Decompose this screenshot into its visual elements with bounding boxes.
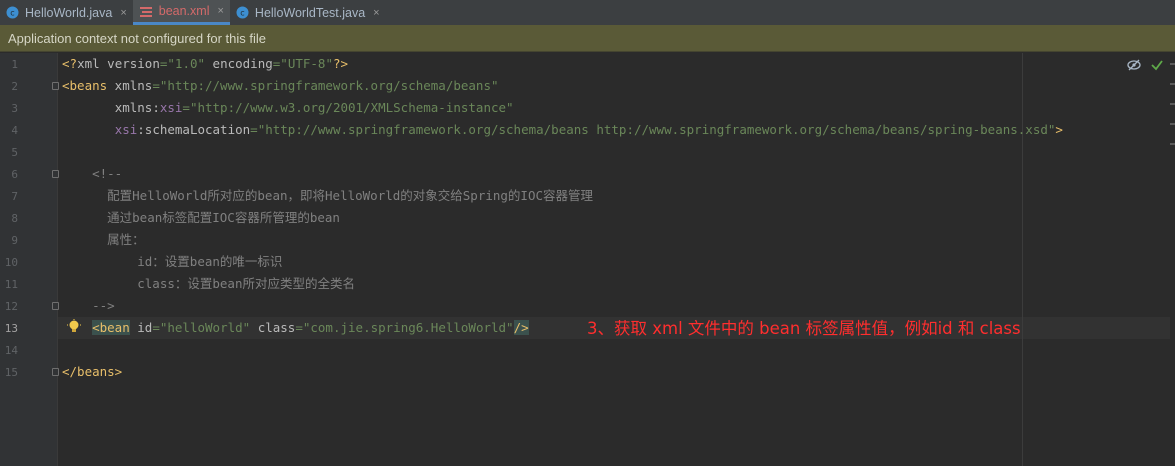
- tag-close: />: [513, 320, 529, 335]
- comment-line: class：设置bean所对应类型的全类名: [62, 276, 355, 291]
- attr-value: "1.0": [167, 56, 206, 71]
- code-line-4: xsi:schemaLocation="http://www.springfra…: [62, 119, 1063, 141]
- tab-label: bean.xml: [158, 4, 210, 18]
- line-number: 11: [4, 278, 18, 291]
- attr-value: "http://www.w3.org/2001/XMLSchema-instan…: [189, 100, 514, 115]
- attr-name: xmlns:: [114, 100, 160, 115]
- tab-bean-xml[interactable]: bean.xml ×: [132, 0, 230, 25]
- attr-name: class: [250, 320, 296, 335]
- java-class-icon: c: [236, 6, 249, 19]
- line-number: 8: [11, 212, 18, 225]
- attr-eq: =: [152, 78, 160, 93]
- checkmark-icon[interactable]: [1150, 57, 1164, 76]
- attr-value: "http://www.springframework.org/schema/b…: [257, 122, 1056, 137]
- code-line-1: <?xml version="1.0" encoding="UTF-8"?>: [62, 53, 348, 75]
- attr-name: encoding: [205, 56, 273, 71]
- attr-value: "com.jie.spring6.HelloWorld": [302, 320, 514, 335]
- line-number: 6: [11, 168, 18, 181]
- attr-name: id: [129, 320, 153, 335]
- tag-close: >: [1055, 122, 1063, 137]
- reader-mode-icon[interactable]: [1126, 57, 1142, 76]
- scroll-marker: [1170, 143, 1175, 145]
- line-number: 9: [11, 234, 18, 247]
- attr-value: "helloWorld": [159, 320, 251, 335]
- close-icon[interactable]: ×: [120, 7, 126, 19]
- line-number: 4: [11, 124, 18, 137]
- line-number: 10: [4, 256, 18, 269]
- tab-helloworld-java[interactable]: c HelloWorld.java ×: [0, 0, 133, 25]
- line-number-current: 13: [4, 322, 18, 335]
- xml-decl-close: ?>: [332, 56, 349, 71]
- comment-line: id：设置bean的唯一标识: [62, 254, 283, 269]
- comment-line: <!--: [62, 166, 123, 181]
- xml-decl-name: xml: [77, 56, 100, 71]
- scroll-marker: [1170, 103, 1175, 105]
- line-number: 5: [11, 146, 18, 159]
- code-line-15: </beans>: [62, 364, 123, 379]
- tab-label: HelloWorld.java: [25, 5, 113, 20]
- xml-decl-open: <?: [62, 56, 78, 71]
- comment-line: 通过bean标签配置IOC容器所管理的bean: [62, 210, 340, 225]
- line-number: 1: [11, 58, 18, 71]
- scroll-marker: [1170, 83, 1175, 85]
- line-number: 3: [11, 102, 18, 115]
- code-line-2: <beans xmlns="http://www.springframework…: [62, 75, 499, 97]
- close-icon[interactable]: ×: [373, 7, 379, 19]
- attr-eq: =: [152, 320, 160, 335]
- line-number: 2: [11, 80, 18, 93]
- code-line-13: <bean id="helloWorld" class="com.jie.spr…: [62, 317, 529, 339]
- attr-value: "UTF-8": [280, 56, 333, 71]
- line-number: 15: [4, 366, 18, 379]
- editor-tab-bar: c HelloWorld.java × bean.xml × c HelloWo…: [0, 0, 1175, 26]
- xml-file-icon: [139, 5, 153, 18]
- tab-label: HelloWorldTest.java: [254, 5, 366, 20]
- scroll-marker: [1170, 123, 1175, 125]
- red-annotation-text: 3、获取 xml 文件中的 bean 标签属性值，例如id 和 class: [587, 319, 1021, 338]
- attr-eq: =: [250, 122, 258, 137]
- attr-value: "http://www.springframework.org/schema/b…: [159, 78, 499, 93]
- tag-open: <bean: [92, 320, 130, 335]
- code-line-3: xmlns:xsi="http://www.w3.org/2001/XMLSch…: [62, 97, 514, 119]
- line-number: 12: [4, 300, 18, 313]
- comment-line: 属性：: [62, 232, 145, 247]
- attr-eq: =: [182, 100, 190, 115]
- editor-inspection-widgets: [1126, 57, 1164, 76]
- tag-open: <beans: [62, 78, 108, 93]
- line-number: 14: [4, 344, 18, 357]
- line-number: 7: [11, 190, 18, 203]
- close-icon[interactable]: ×: [217, 5, 223, 17]
- attr-eq: =: [295, 320, 303, 335]
- namespace-prefix: xsi: [114, 122, 138, 137]
- attr-name: :schemaLocation: [137, 122, 251, 137]
- line-number-gutter[interactable]: 1 2 3 4 5 6 7 8 9 10 11 12 13 14 15: [0, 53, 59, 466]
- svg-text:c: c: [240, 9, 244, 18]
- tab-helloworldtest-java[interactable]: c HelloWorldTest.java ×: [230, 0, 386, 25]
- comment-line: 配置HelloWorld所对应的bean，即将HelloWorld的对象交给Sp…: [62, 188, 594, 203]
- svg-text:c: c: [10, 9, 14, 18]
- attr-name: version: [99, 56, 160, 71]
- comment-line: -->: [62, 298, 115, 313]
- attr-name: xmlns: [107, 78, 153, 93]
- editor-scrollbar[interactable]: [1170, 53, 1175, 466]
- notification-banner: Application context not configured for t…: [0, 25, 1175, 52]
- lightbulb-icon[interactable]: [67, 319, 81, 339]
- namespace-prefix: xsi: [159, 100, 183, 115]
- scroll-marker: [1170, 63, 1175, 65]
- java-class-icon: c: [6, 6, 19, 19]
